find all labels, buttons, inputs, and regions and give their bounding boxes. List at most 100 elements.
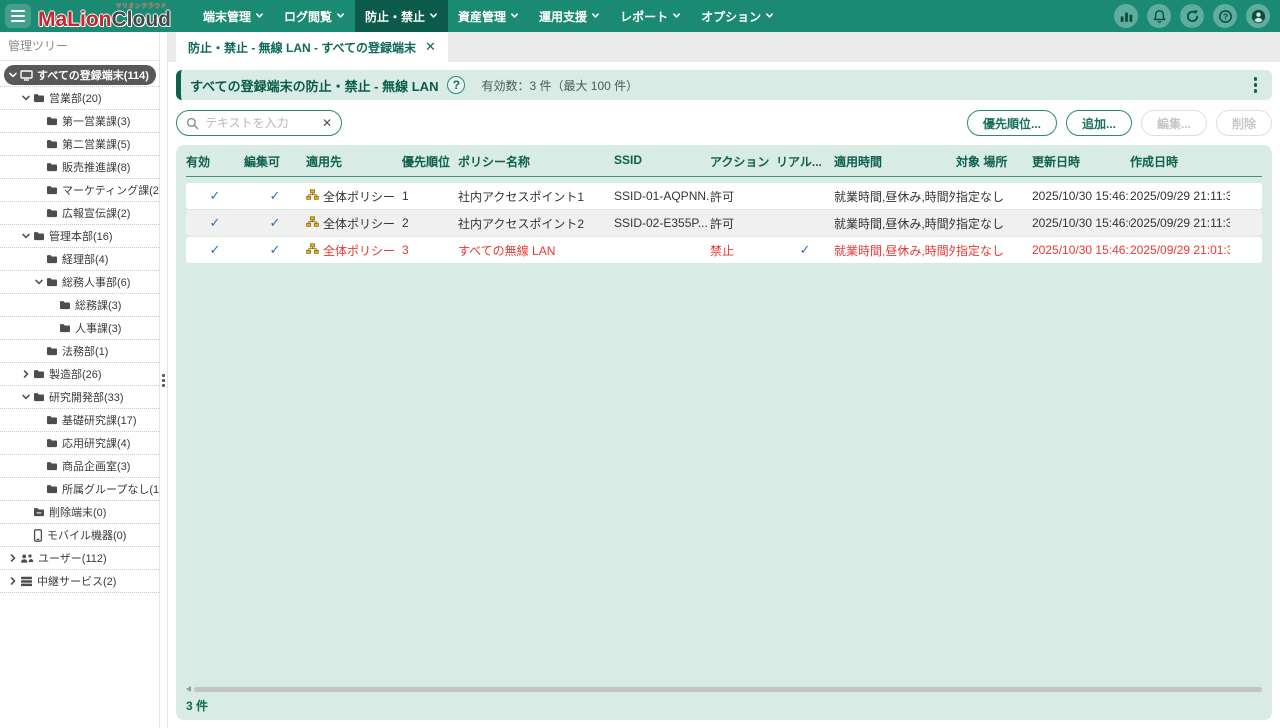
tree-item[interactable]: 広報宣伝課(2) xyxy=(0,202,159,225)
tree-item[interactable]: 人事課(3) xyxy=(0,317,159,340)
tree-item-label: 削除端末(0) xyxy=(49,504,106,520)
table-row[interactable]: ✓✓全体ポリシー1社内アクセスポイント1SSID-01-AQPNN...許可就業… xyxy=(186,183,1262,209)
column-header[interactable]: 更新日時 xyxy=(1032,153,1130,170)
tree-item[interactable]: 研究開発部(33) xyxy=(0,386,159,409)
table-row[interactable]: ✓✓全体ポリシー3すべての無線 LAN禁止✓就業時間,昼休み,時間外,休日指定な… xyxy=(186,237,1262,263)
topnav-item[interactable]: 資産管理 xyxy=(448,0,529,32)
column-header[interactable]: 編集可 xyxy=(244,153,306,170)
tree-item[interactable]: 経理部(4) xyxy=(0,248,159,271)
tree-item[interactable]: 総務人事部(6) xyxy=(0,271,159,294)
account-icon[interactable] xyxy=(1246,4,1270,28)
panel-help-icon[interactable]: ? xyxy=(447,76,465,94)
topnav-item[interactable]: ログ閲覧 xyxy=(274,0,355,32)
tree-item-label: 広報宣伝課(2) xyxy=(62,205,130,221)
tree-item[interactable]: 第一営業課(3) xyxy=(0,110,159,133)
folder-icon xyxy=(59,300,71,310)
cell-action: 許可 xyxy=(710,215,776,232)
check-icon: ✓ xyxy=(270,188,281,203)
priority-button[interactable]: 優先順位... xyxy=(967,110,1057,136)
chevron-right-icon[interactable] xyxy=(7,576,18,586)
tree-item-label: 商品企画室(3) xyxy=(62,458,130,474)
cell-updated: 2025/10/30 15:46:07 xyxy=(1032,216,1130,230)
svg-text:?: ? xyxy=(1222,11,1227,21)
tree-item[interactable]: 応用研究課(4) xyxy=(0,432,159,455)
cell-apply-time: 就業時間,昼休み,時間外,休日 xyxy=(834,215,956,232)
sidebar-splitter[interactable] xyxy=(160,32,168,728)
chevron-right-icon[interactable] xyxy=(20,369,31,379)
notifications-icon[interactable] xyxy=(1147,4,1171,28)
topnav-item-label: 端末管理 xyxy=(203,8,251,25)
chevron-down-icon[interactable] xyxy=(7,70,18,80)
column-header[interactable]: リアル... xyxy=(776,153,834,170)
tree-item[interactable]: モバイル機器(0) xyxy=(0,524,159,547)
chevron-down-icon[interactable] xyxy=(20,93,31,103)
add-button[interactable]: 追加... xyxy=(1066,110,1132,136)
tree-item[interactable]: 中継サービス(2) xyxy=(0,570,159,593)
tree-item-content: 応用研究課(4) xyxy=(30,433,137,453)
tree-item[interactable]: 販売推進課(8) xyxy=(0,156,159,179)
folder-icon xyxy=(46,438,58,448)
tree-item[interactable]: 商品企画室(3) xyxy=(0,455,159,478)
chevron-down-icon[interactable] xyxy=(20,392,31,402)
refresh-icon[interactable] xyxy=(1180,4,1204,28)
tree-item-label: 中継サービス(2) xyxy=(37,573,116,589)
column-header[interactable]: 適用時間 xyxy=(834,153,956,170)
table-header-row: 有効編集可適用先優先順位ポリシー名称SSIDアクションリアル...適用時間対象 … xyxy=(186,153,1262,177)
chevron-right-icon[interactable] xyxy=(7,553,18,563)
tree-item-content: 製造部(26) xyxy=(17,364,109,384)
tree-item-content: 中継サービス(2) xyxy=(4,571,123,591)
tree-item[interactable]: ユーザー(112) xyxy=(0,547,159,570)
chevron-down-icon[interactable] xyxy=(33,277,44,287)
column-header[interactable]: SSID xyxy=(614,153,710,170)
tree-item[interactable]: 法務部(1) xyxy=(0,340,159,363)
cell-target: 全体ポリシー xyxy=(306,215,402,232)
tree-item[interactable]: 総務課(3) xyxy=(0,294,159,317)
tree-item[interactable]: 削除端末(0) xyxy=(0,501,159,524)
tab-active[interactable]: 防止・禁止 - 無線 LAN - すべての登録端末 ✕ xyxy=(176,32,448,62)
tree-item-label: 人事課(3) xyxy=(75,320,121,336)
tree-item[interactable]: 基礎研究課(17) xyxy=(0,409,159,432)
tree-item-label: 法務部(1) xyxy=(62,343,108,359)
column-header[interactable]: アクション xyxy=(710,153,776,170)
table-row[interactable]: ✓✓全体ポリシー2社内アクセスポイント2SSID-02-E355P...許可就業… xyxy=(186,210,1262,236)
topnav-item-label: オプション xyxy=(701,8,761,25)
search-input[interactable] xyxy=(205,116,316,130)
topnav-item[interactable]: オプション xyxy=(691,0,784,32)
topnav-item[interactable]: 運用支援 xyxy=(529,0,610,32)
column-header[interactable]: 対象 場所 xyxy=(956,153,1032,170)
column-header[interactable]: 適用先 xyxy=(306,153,402,170)
kebab-menu-icon[interactable] xyxy=(1247,72,1265,98)
tree-item[interactable]: 営業部(20) xyxy=(0,87,159,110)
tree-item[interactable]: マーケティング課(2) xyxy=(0,179,159,202)
column-header[interactable]: 作成日時 xyxy=(1130,153,1230,170)
help-icon[interactable]: ? xyxy=(1213,4,1237,28)
tab-close-icon[interactable]: ✕ xyxy=(425,39,436,55)
topnav-item[interactable]: レポート xyxy=(610,0,691,32)
tree-item[interactable]: 製造部(26) xyxy=(0,363,159,386)
hamburger-menu-icon[interactable] xyxy=(5,4,31,28)
topnav-item[interactable]: 端末管理 xyxy=(193,0,274,32)
tree-item[interactable]: すべての登録端末(114) xyxy=(0,64,159,87)
scroll-left-arrow-icon[interactable] xyxy=(186,686,191,692)
tree-item-content: 法務部(1) xyxy=(30,341,115,361)
check-icon: ✓ xyxy=(800,242,811,257)
app-logo: MaLion マリオンクラウド Cloud xyxy=(38,3,171,30)
column-header[interactable]: 有効 xyxy=(186,153,244,170)
tree-item[interactable]: 所属グループなし(19) xyxy=(0,478,159,501)
search-clear-icon[interactable]: ✕ xyxy=(322,116,332,130)
splitter-handle-icon xyxy=(162,374,165,387)
tree-item-content: すべての登録端末(114) xyxy=(4,65,156,85)
tree-item-content: 人事課(3) xyxy=(43,318,128,338)
main-area: 防止・禁止 - 無線 LAN - すべての登録端末 ✕ すべての登録端末の防止・… xyxy=(168,32,1280,728)
cell-target: 全体ポリシー xyxy=(306,242,402,259)
cell-updated: 2025/10/30 15:46:15 xyxy=(1032,243,1130,257)
chevron-down-icon[interactable] xyxy=(20,231,31,241)
stats-icon[interactable] xyxy=(1114,4,1138,28)
tree-item[interactable]: 第二営業課(5) xyxy=(0,133,159,156)
folder-icon xyxy=(33,392,45,402)
topnav-item[interactable]: 防止・禁止 xyxy=(355,0,448,32)
column-header[interactable]: 優先順位 xyxy=(402,153,458,170)
tree-item[interactable]: 管理本部(16) xyxy=(0,225,159,248)
scrollbar-track[interactable] xyxy=(194,687,1262,692)
column-header[interactable]: ポリシー名称 xyxy=(458,153,614,170)
